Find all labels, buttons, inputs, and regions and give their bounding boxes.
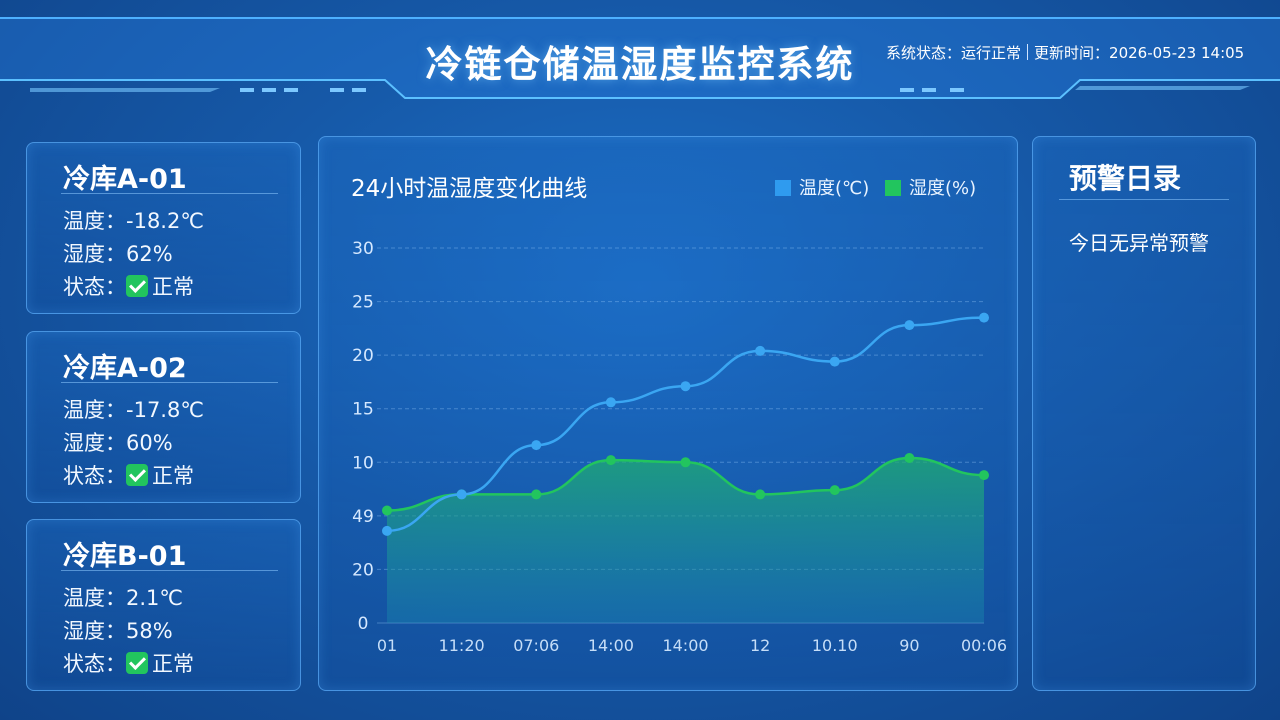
hum-value: 60% bbox=[126, 431, 173, 455]
system-status: 系统状态：运行正常 更新时间：2026-05-23 14:05 bbox=[886, 42, 1244, 63]
store-name: 冷库A-02 bbox=[63, 353, 187, 384]
temperature-point bbox=[680, 381, 691, 392]
update-time: 2026-05-23 14:05 bbox=[1109, 44, 1245, 62]
card-divider bbox=[61, 193, 278, 194]
humidity-point bbox=[979, 470, 989, 481]
hum-label: 湿度： bbox=[63, 619, 126, 643]
y-tick-label: 49 bbox=[352, 507, 374, 527]
y-tick-label: 20 bbox=[352, 560, 374, 580]
temp-label: 温度： bbox=[63, 586, 126, 610]
store-card-a01[interactable]: 冷库A-01 温度：-18.2℃ 湿度：62% 状态： 正常 bbox=[26, 142, 301, 314]
hum-value: 58% bbox=[126, 619, 173, 643]
status-separator bbox=[1027, 44, 1029, 60]
humidity-point bbox=[605, 455, 616, 466]
y-tick-label: 30 bbox=[352, 239, 374, 259]
status-text: 正常 bbox=[152, 464, 194, 488]
check-icon bbox=[126, 652, 148, 674]
x-tick-label: 14:00 bbox=[588, 636, 634, 655]
card-divider bbox=[61, 570, 278, 571]
page-title: 冷链仓储温湿度监控系统 bbox=[425, 43, 855, 86]
temperature-row: 温度：-18.2℃ bbox=[63, 205, 204, 235]
humidity-point bbox=[755, 489, 766, 500]
temp-value: -18.2℃ bbox=[126, 209, 204, 233]
store-card-b01[interactable]: 冷库B-01 温度：2.1℃ 湿度：58% 状态： 正常 bbox=[26, 519, 301, 691]
status-text: 正常 bbox=[152, 652, 194, 676]
legend-hum[interactable]: 湿度(%) bbox=[885, 174, 976, 200]
chart-panel: 0 20 49 10 15 20 25 30 01 11:20 07:06 14:00 14:00 12 1… bbox=[318, 136, 1018, 691]
y-tick-label: 10 bbox=[352, 453, 374, 473]
status-row-label: 状态： bbox=[63, 275, 126, 299]
temperature-point bbox=[979, 312, 989, 323]
temperature-row: 温度：2.1℃ bbox=[63, 582, 183, 612]
temperature-point bbox=[605, 397, 616, 408]
x-tick-label: 01 bbox=[377, 636, 397, 655]
temperature-point bbox=[382, 525, 392, 536]
hum-label: 湿度： bbox=[63, 242, 126, 266]
humidity-point bbox=[904, 453, 915, 463]
legend-temp-swatch bbox=[775, 180, 791, 196]
temperature-point bbox=[829, 356, 840, 367]
check-icon bbox=[126, 464, 148, 486]
legend-temp[interactable]: 温度(℃) bbox=[775, 174, 869, 200]
y-tick-label: 20 bbox=[352, 346, 374, 366]
chart-title: 24小时温湿度变化曲线 bbox=[351, 176, 588, 202]
y-tick-label: 15 bbox=[352, 400, 374, 420]
header-bar: 冷链仓储温湿度监控系统 系统状态：运行正常 更新时间：2026-05-23 14:… bbox=[0, 0, 1280, 100]
legend-temp-label: 温度(℃) bbox=[799, 178, 870, 199]
store-name: 冷库A-01 bbox=[63, 164, 187, 195]
x-tick-label: 00:06 bbox=[961, 636, 1007, 655]
alert-panel: 预警日录 今日无异常预警 bbox=[1032, 136, 1256, 691]
status-value: 运行正常 bbox=[961, 44, 1022, 62]
humidity-area bbox=[387, 458, 984, 623]
humidity-row: 湿度：62% bbox=[63, 238, 173, 268]
store-card-a02[interactable]: 冷库A-02 温度：-17.8℃ 湿度：60% 状态： 正常 bbox=[26, 331, 301, 503]
alert-title: 预警日录 bbox=[1069, 162, 1182, 195]
status-row: 状态： 正常 bbox=[63, 460, 194, 490]
humidity-row: 湿度：60% bbox=[63, 427, 173, 457]
humidity-point bbox=[680, 457, 691, 468]
status-row-label: 状态： bbox=[63, 652, 126, 676]
y-tick-label: 0 bbox=[358, 614, 369, 634]
status-row: 状态： 正常 bbox=[63, 271, 194, 301]
temperature-point bbox=[531, 440, 542, 451]
temperature-point bbox=[755, 345, 766, 356]
x-tick-label: 10.10 bbox=[812, 636, 858, 655]
temp-value: -17.8℃ bbox=[126, 398, 204, 422]
humidity-point bbox=[531, 489, 542, 500]
x-tick-label: 12 bbox=[750, 636, 770, 655]
trend-chart: 0 20 49 10 15 20 25 30 01 11:20 07:06 14:00 14:00 12 1… bbox=[352, 239, 1007, 655]
x-tick-label: 90 bbox=[899, 636, 919, 655]
temperature-point bbox=[456, 489, 467, 500]
alert-divider bbox=[1059, 199, 1229, 200]
humidity-point bbox=[829, 485, 840, 496]
temp-label: 温度： bbox=[63, 398, 126, 422]
temperature-row: 温度：-17.8℃ bbox=[63, 394, 204, 424]
temp-value: 2.1℃ bbox=[126, 586, 183, 610]
hum-value: 62% bbox=[126, 242, 173, 266]
alert-message: 今日无异常预警 bbox=[1069, 231, 1209, 255]
x-tick-label: 11:20 bbox=[439, 636, 485, 655]
hum-label: 湿度： bbox=[63, 431, 126, 455]
humidity-point bbox=[382, 505, 392, 516]
legend-hum-swatch bbox=[885, 180, 901, 196]
status-row: 状态： 正常 bbox=[63, 648, 194, 678]
update-label: 更新时间： bbox=[1034, 44, 1110, 62]
card-divider bbox=[61, 382, 278, 383]
legend-hum-label: 湿度(%) bbox=[909, 178, 977, 199]
status-text: 正常 bbox=[152, 275, 194, 299]
store-name: 冷库B-01 bbox=[63, 541, 187, 572]
x-tick-label: 07:06 bbox=[513, 636, 559, 655]
temperature-point bbox=[904, 320, 915, 331]
status-row-label: 状态： bbox=[63, 464, 126, 488]
status-label: 系统状态： bbox=[886, 44, 962, 62]
humidity-row: 湿度：58% bbox=[63, 615, 173, 645]
y-tick-label: 25 bbox=[352, 293, 374, 313]
check-icon bbox=[126, 275, 148, 297]
temp-label: 温度： bbox=[63, 209, 126, 233]
x-tick-label: 14:00 bbox=[662, 636, 708, 655]
